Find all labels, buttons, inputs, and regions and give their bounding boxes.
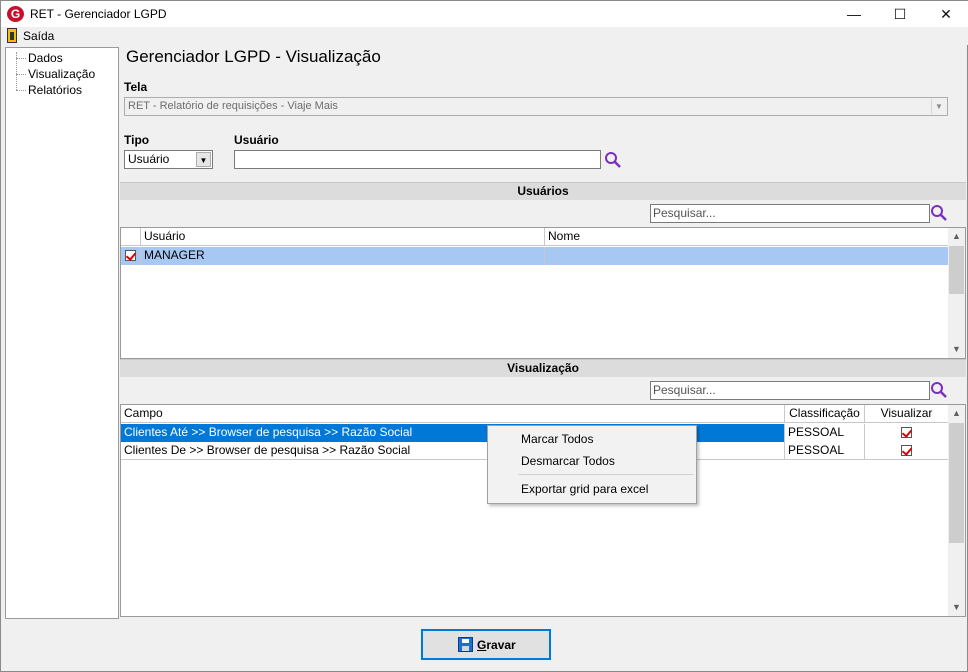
cell-usuario: MANAGER <box>141 247 545 265</box>
users-search-input[interactable]: Pesquisar... <box>650 204 930 223</box>
minimize-button[interactable]: — <box>831 1 877 27</box>
context-menu: Marcar Todos Desmarcar Todos Exportar gr… <box>487 425 697 504</box>
save-button-label-rest: ravar <box>486 638 516 652</box>
tree-item-relatorios[interactable]: Relatórios <box>16 82 82 98</box>
column-usuario[interactable]: Usuário <box>141 228 545 246</box>
scroll-up-icon[interactable]: ▲ <box>948 228 965 245</box>
search-icon[interactable] <box>930 204 948 222</box>
exit-door-icon <box>7 28 17 43</box>
title-bar: G RET - Gerenciador LGPD — ☐ ✕ <box>1 1 968 27</box>
users-select-column <box>121 228 141 246</box>
save-button-label: Gravar <box>477 638 516 652</box>
tree-item-dados[interactable]: Dados <box>16 50 63 66</box>
app-logo-icon: G <box>7 6 24 22</box>
column-nome[interactable]: Nome <box>545 228 949 246</box>
menu-item-exportar-excel[interactable]: Exportar grid para excel <box>521 482 648 496</box>
tipo-label: Tipo <box>124 133 150 147</box>
scroll-thumb[interactable] <box>949 423 964 543</box>
users-section-header: Usuários <box>120 182 966 200</box>
checkbox-checked-icon[interactable] <box>125 250 136 261</box>
users-grid: Usuário Nome MANAGER ▲ ▼ <box>120 227 966 359</box>
users-grid-scrollbar[interactable]: ▲ ▼ <box>948 228 965 358</box>
row-checkbox-cell[interactable] <box>121 247 141 265</box>
cell-visualizar[interactable] <box>865 424 949 442</box>
view-section-header: Visualização <box>120 359 966 377</box>
scroll-down-icon[interactable]: ▼ <box>948 341 965 358</box>
usuario-label: Usuário <box>234 133 279 147</box>
tipo-select[interactable]: Usuário ▼ <box>124 150 213 169</box>
column-classificacao[interactable]: Classificação <box>785 405 865 423</box>
menu-bar: Saída <box>1 27 968 45</box>
chevron-down-icon[interactable]: ▼ <box>931 99 946 114</box>
cell-visualizar[interactable] <box>865 442 949 460</box>
menu-item-desmarcar-todos[interactable]: Desmarcar Todos <box>521 454 615 468</box>
save-button-accelerator: G <box>477 638 487 652</box>
window-title: RET - Gerenciador LGPD <box>30 7 167 21</box>
view-search-input[interactable]: Pesquisar... <box>650 381 930 400</box>
save-button[interactable]: Gravar <box>421 629 551 660</box>
users-grid-header: Usuário Nome <box>121 228 949 246</box>
scroll-thumb[interactable] <box>949 246 964 294</box>
cell-classificacao: PESSOAL <box>785 442 865 460</box>
checkbox-checked-icon[interactable] <box>901 427 912 438</box>
cell-nome <box>545 247 949 265</box>
search-icon[interactable] <box>604 151 622 169</box>
tipo-select-value: Usuário <box>128 152 170 166</box>
page-title: Gerenciador LGPD - Visualização <box>126 47 381 66</box>
close-button[interactable]: ✕ <box>923 1 968 27</box>
tree-item-visualizacao[interactable]: Visualização <box>16 66 95 82</box>
search-icon[interactable] <box>930 381 948 399</box>
scroll-down-icon[interactable]: ▼ <box>948 599 965 616</box>
tela-select-value: RET - Relatório de requisições - Viaje M… <box>128 100 338 112</box>
menu-separator <box>518 474 693 475</box>
floppy-disk-icon <box>458 637 473 652</box>
checkbox-checked-icon[interactable] <box>901 445 912 456</box>
maximize-button[interactable]: ☐ <box>877 1 923 27</box>
app-window: G RET - Gerenciador LGPD — ☐ ✕ Saída Dad… <box>0 0 968 672</box>
scroll-up-icon[interactable]: ▲ <box>948 405 965 422</box>
column-visualizar[interactable]: Visualizar <box>865 405 949 423</box>
view-grid-header: Campo Classificação Visualizar <box>121 405 949 423</box>
menu-item-marcar-todos[interactable]: Marcar Todos <box>521 432 593 446</box>
usuario-input[interactable] <box>234 150 601 169</box>
navigation-tree: Dados Visualização Relatórios <box>5 47 119 619</box>
chevron-down-icon[interactable]: ▼ <box>196 152 211 167</box>
menu-exit[interactable]: Saída <box>23 29 54 43</box>
table-row[interactable]: MANAGER <box>121 247 949 265</box>
tela-select[interactable]: RET - Relatório de requisições - Viaje M… <box>124 97 948 116</box>
cell-classificacao: PESSOAL <box>785 424 865 442</box>
view-grid-scrollbar[interactable]: ▲ ▼ <box>948 405 965 616</box>
tela-label: Tela <box>124 80 148 94</box>
column-campo[interactable]: Campo <box>121 405 785 423</box>
